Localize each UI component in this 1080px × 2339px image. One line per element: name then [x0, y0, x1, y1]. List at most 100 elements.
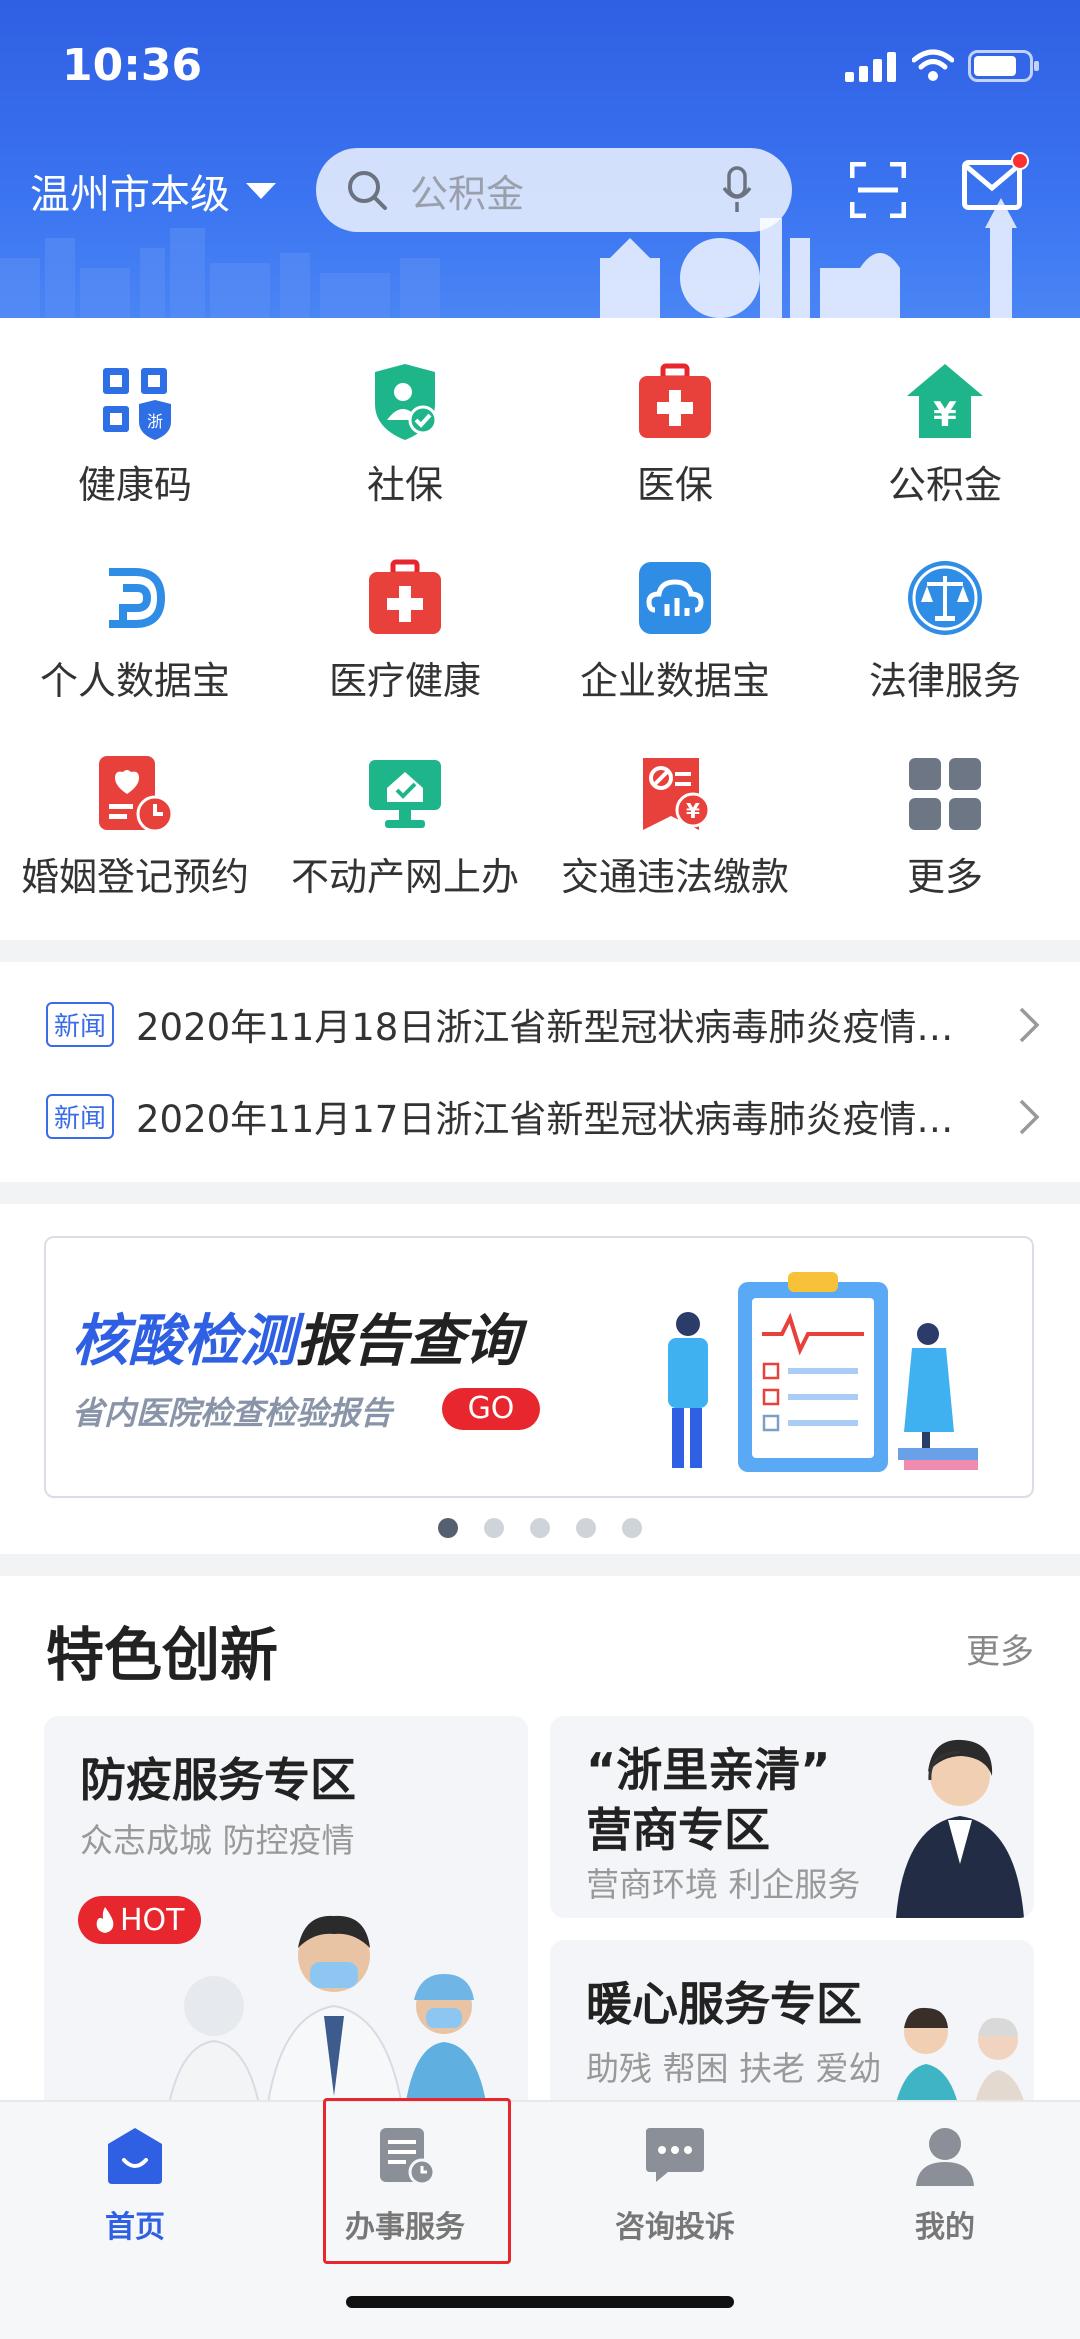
pagination-dot[interactable] — [530, 1518, 550, 1538]
news-item[interactable]: 新闻 2020年11月17日浙江省新型冠状病毒肺炎疫情情况 — [0, 1070, 1080, 1162]
banner-subtitle: 省内医院检查检验报告 — [72, 1394, 393, 1432]
featured-title: 特色创新 — [46, 1621, 279, 1689]
traffic-fine-icon: ¥ — [643, 758, 711, 830]
service-label: 婚姻登记预约 — [20, 855, 249, 899]
battery-icon — [968, 50, 1039, 82]
more-grid-icon — [909, 758, 981, 830]
service-social-security[interactable]: 社保 — [270, 318, 540, 514]
card-subtitle: 助残 帮困 扶老 爱幼 — [586, 2049, 882, 2088]
pagination-dot[interactable] — [576, 1518, 596, 1538]
chevron-right-icon — [1019, 1007, 1040, 1043]
marriage-registration-icon — [99, 756, 174, 833]
banner-pagination — [0, 1518, 1080, 1538]
medical-report-illustration — [668, 1272, 978, 1472]
service-label: 交通违法缴款 — [560, 855, 789, 899]
service-label: 法律服务 — [868, 659, 1021, 703]
status-time: 10:36 — [62, 40, 203, 91]
service-traffic-fine[interactable]: ¥ 交通违法缴款 — [540, 710, 810, 906]
business-service-card[interactable]: “浙里亲清” 营商专区 营商环境 利企服务 — [550, 1716, 1034, 1918]
news-title: 2020年11月18日浙江省新型冠状病毒肺炎疫情情况 — [136, 1006, 957, 1049]
status-bar: 10:36 — [0, 0, 1080, 130]
card-title-line2: 营商专区 — [586, 1803, 770, 1857]
scan-icon[interactable] — [850, 162, 906, 218]
personal-data-icon — [109, 568, 166, 628]
city-label: 温州市本级 — [30, 172, 230, 218]
medical-health-icon — [369, 559, 441, 634]
service-medical-health[interactable]: 医疗健康 — [270, 514, 540, 710]
chevron-right-icon — [1019, 1099, 1040, 1135]
service-housing-fund[interactable]: ¥ 公积金 — [810, 318, 1080, 514]
nucleic-test-banner[interactable]: 核酸检测报告查询 省内医院检查检验报告 GO — [44, 1236, 1034, 1498]
svg-text:¥: ¥ — [933, 395, 957, 435]
social-security-icon — [375, 364, 438, 440]
search-icon — [348, 171, 387, 210]
profile-icon — [916, 2128, 974, 2186]
app-header: 10:36 温州市本级 公积金 — [0, 0, 1080, 318]
search-placeholder: 公积金 — [410, 171, 525, 216]
pagination-dot[interactable] — [484, 1518, 504, 1538]
tab-label: 首页 — [105, 2210, 165, 2245]
card-title: “浙里亲清” — [586, 1743, 831, 1797]
microphone-icon[interactable] — [722, 166, 752, 214]
tab-label: 我的 — [915, 2210, 975, 2245]
service-marriage-registration[interactable]: 婚姻登记预约 — [0, 710, 270, 906]
svg-text:浙: 浙 — [147, 412, 163, 431]
banner-title-highlight: 核酸检测 — [72, 1309, 296, 1374]
legal-service-icon — [908, 561, 982, 635]
housing-fund-icon: ¥ — [907, 364, 983, 438]
card-subtitle: 众志成城 防控疫情 — [80, 1821, 355, 1860]
enterprise-data-icon — [639, 562, 711, 634]
caret-down-icon — [246, 183, 276, 199]
card-title: 防疫服务专区 — [80, 1753, 356, 1807]
news-tag: 新闻 — [46, 1093, 115, 1139]
service-health-code[interactable]: 浙 健康码 — [0, 318, 270, 514]
service-more[interactable]: 更多 — [810, 710, 1080, 906]
service-label: 不动产网上办 — [290, 855, 519, 899]
signal-icon — [845, 52, 896, 82]
medical-insurance-icon — [639, 363, 711, 438]
consult-icon — [646, 2128, 704, 2182]
service-label: 企业数据宝 — [579, 659, 770, 703]
tab-home[interactable]: 首页 — [0, 2126, 270, 2246]
service-personal-data[interactable]: 个人数据宝 — [0, 514, 270, 710]
service-legal[interactable]: 法律服务 — [810, 514, 1080, 710]
customer-service-illustration — [896, 1739, 1024, 1918]
pagination-dot-active[interactable] — [438, 1518, 458, 1538]
news-title: 2020年11月17日浙江省新型冠状病毒肺炎疫情情况 — [136, 1098, 957, 1141]
service-label: 公积金 — [887, 463, 1002, 507]
health-code-icon: 浙 — [103, 368, 171, 440]
tab-consult[interactable]: 咨询投诉 — [540, 2126, 810, 2246]
service-label: 医疗健康 — [328, 659, 481, 703]
banner-go-button[interactable]: GO — [442, 1388, 540, 1430]
card-title: 暖心服务专区 — [586, 1977, 862, 2031]
tab-highlight-box — [323, 2098, 511, 2264]
service-label: 社保 — [366, 463, 443, 507]
pagination-dot[interactable] — [622, 1518, 642, 1538]
news-tag: 新闻 — [46, 1001, 115, 1047]
card-subtitle: 营商环境 利企服务 — [586, 1865, 861, 1904]
city-selector[interactable]: 温州市本级 — [30, 162, 276, 220]
banner-title-rest: 报告查询 — [296, 1309, 520, 1374]
home-indicator — [346, 2296, 734, 2308]
real-estate-icon — [369, 760, 441, 828]
tab-label: 咨询投诉 — [615, 2210, 735, 2245]
epidemic-service-card[interactable]: 防疫服务专区 众志成城 防控疫情 HOT — [44, 1716, 528, 2136]
flame-icon — [96, 1907, 114, 1933]
service-grid: 浙 健康码 社保 医保 ¥ 公积金 个人数据宝 医疗健康 企业数据宝 法律服务 … — [0, 318, 1080, 940]
service-real-estate[interactable]: 不动产网上办 — [270, 710, 540, 906]
service-label: 健康码 — [77, 463, 192, 507]
banner-section: 核酸检测报告查询 省内医院检查检验报告 GO — [0, 1204, 1080, 1554]
service-medical-insurance[interactable]: 医保 — [540, 318, 810, 514]
service-enterprise-data[interactable]: 企业数据宝 — [540, 514, 810, 710]
news-ticker: 新闻 2020年11月18日浙江省新型冠状病毒肺炎疫情情况 新闻 2020年11… — [0, 962, 1080, 1182]
featured-section: 特色创新 更多 防疫服务专区 众志成城 防控疫情 HOT “浙里亲清” 营商专区… — [0, 1576, 1080, 2140]
wifi-icon — [912, 49, 954, 81]
svg-text:¥: ¥ — [686, 799, 700, 823]
tab-profile[interactable]: 我的 — [810, 2126, 1080, 2246]
home-icon — [108, 2128, 162, 2184]
news-item[interactable]: 新闻 2020年11月18日浙江省新型冠状病毒肺炎疫情情况 — [0, 978, 1080, 1070]
service-label: 更多 — [906, 855, 983, 899]
service-label: 医保 — [636, 463, 713, 507]
search-bar[interactable]: 公积金 — [316, 148, 792, 232]
featured-more-link[interactable]: 更多 — [966, 1624, 1034, 1673]
